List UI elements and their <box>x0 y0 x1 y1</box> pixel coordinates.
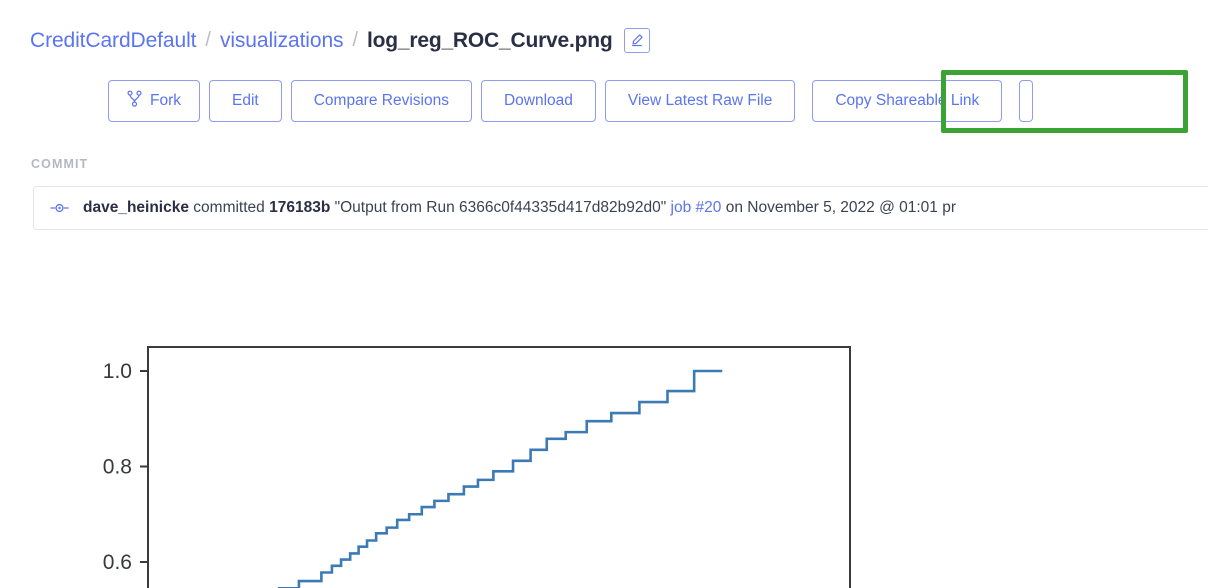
breadcrumb-item-project[interactable]: CreditCardDefault <box>30 29 196 53</box>
compare-revisions-button[interactable]: Compare Revisions <box>290 80 472 122</box>
file-action-toolbar: Fork Edit Compare Revisions Download Vie… <box>108 80 1034 122</box>
download-button-label: Download <box>503 92 573 109</box>
chart-plot-area: 1.0 0.8 0.6 <box>103 346 851 588</box>
roc-curve-line <box>277 369 723 588</box>
copy-link-label: Copy Shareable Link <box>835 92 980 109</box>
breadcrumb-separator: / <box>205 29 211 51</box>
compare-revisions-label: Compare Revisions <box>313 92 449 109</box>
commit-section-label: COMMIT <box>31 157 89 171</box>
y-axis-tick-label: 0.6 <box>103 551 132 574</box>
commit-timestamp: November 5, 2022 @ 01:01 pr <box>747 199 957 216</box>
breadcrumb-item-folder[interactable]: visualizations <box>220 29 344 53</box>
fork-icon <box>127 90 142 112</box>
y-axis-tick-label: 1.0 <box>103 360 132 383</box>
commit-author: dave_heinicke <box>83 199 189 216</box>
commit-message: "Output from Run 6366c0f44335d417d82b92d… <box>334 199 667 216</box>
commit-info-row: dave_heinicke committed 176183b "Output … <box>33 186 1208 230</box>
y-axis-tick-label: 0.8 <box>103 456 132 479</box>
plot-frame <box>147 346 851 588</box>
edit-button[interactable]: Edit <box>209 80 282 122</box>
edit-file-button[interactable] <box>623 28 650 53</box>
commit-description: dave_heinicke committed 176183b "Output … <box>83 199 956 217</box>
fork-button-label: Fork <box>150 92 181 109</box>
page-root: CreditCardDefault / visualizations / log… <box>0 0 1208 588</box>
view-raw-label: View Latest Raw File <box>627 92 773 109</box>
breadcrumb-separator: / <box>352 29 358 51</box>
commit-node-icon <box>50 202 69 214</box>
pencil-icon <box>630 29 644 53</box>
download-button[interactable]: Download <box>480 80 596 122</box>
breadcrumb: CreditCardDefault / visualizations / log… <box>30 28 650 53</box>
commit-verb: committed <box>193 199 265 216</box>
roc-curve-chart: itive label: 1) 1.00.80.6 <box>0 300 1208 588</box>
job-link[interactable]: job #20 <box>671 199 722 216</box>
edit-button-label: Edit <box>232 92 259 109</box>
overflow-action-button[interactable] <box>1019 80 1034 122</box>
commit-on-word: on <box>725 199 743 216</box>
fork-button[interactable]: Fork <box>108 80 200 122</box>
breadcrumb-item-file: log_reg_ROC_Curve.png <box>367 28 613 52</box>
copy-shareable-link-button[interactable]: Copy Shareable Link <box>812 80 1003 122</box>
view-latest-raw-file-button[interactable]: View Latest Raw File <box>604 80 796 122</box>
commit-hash: 176183b <box>269 199 331 216</box>
